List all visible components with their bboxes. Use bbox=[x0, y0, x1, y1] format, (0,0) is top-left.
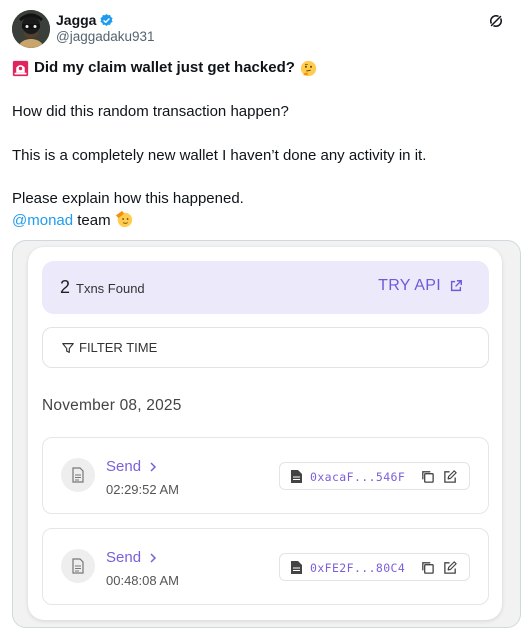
transaction-time: 02:29:52 AM bbox=[106, 482, 179, 497]
grok-icon[interactable] bbox=[487, 12, 505, 30]
txns-found-count: 2 Txns Found bbox=[60, 277, 145, 298]
saluting-face-emoji-icon bbox=[115, 210, 132, 228]
document-icon-circle bbox=[61, 549, 95, 583]
date-heading: November 08, 2025 bbox=[42, 397, 182, 414]
chevron-right-icon bbox=[150, 461, 157, 472]
thinking-face-emoji-icon bbox=[300, 60, 317, 76]
copy-icon[interactable] bbox=[420, 469, 435, 484]
transaction-time: 00:48:08 AM bbox=[106, 573, 179, 588]
transaction-hash[interactable]: 0xacaF...546F bbox=[310, 470, 405, 484]
filter-time-button[interactable]: FILTER TIME bbox=[42, 327, 489, 368]
transaction-type: Send bbox=[106, 458, 142, 475]
try-api-label: TRY API bbox=[378, 277, 441, 294]
mention-suffix: team bbox=[73, 212, 111, 229]
document-icon bbox=[72, 558, 84, 574]
file-icon bbox=[291, 561, 302, 574]
siren-emoji-icon bbox=[12, 60, 29, 76]
transaction-hash[interactable]: 0xFE2F...80C4 bbox=[310, 561, 405, 575]
transaction-type-link[interactable]: Send bbox=[106, 549, 157, 566]
txns-found-label: Txns Found bbox=[76, 281, 145, 296]
document-icon-circle bbox=[61, 458, 95, 492]
transactions-card: 2 Txns Found TRY API FILTER TIME Novembe… bbox=[28, 247, 502, 620]
filter-inner: FILTER TIME bbox=[61, 340, 157, 355]
display-name[interactable]: Jagga bbox=[56, 12, 114, 28]
handle[interactable]: @jaggadaku931 bbox=[56, 29, 155, 44]
transaction-row[interactable]: Send 00:48:08 AM 0xFE2F...80C4 bbox=[42, 528, 489, 605]
chevron-right-icon bbox=[150, 552, 157, 563]
mention-link[interactable]: @monad bbox=[12, 212, 73, 229]
post-title: Did my claim wallet just get hacked? bbox=[34, 59, 295, 76]
transaction-row[interactable]: Send 02:29:52 AM 0xacaF...546F bbox=[42, 437, 489, 514]
txns-found-bar: 2 Txns Found TRY API bbox=[42, 261, 489, 314]
edit-icon[interactable] bbox=[443, 469, 458, 484]
post-line-3: Please explain how this happened. bbox=[12, 190, 244, 207]
transaction-type: Send bbox=[106, 549, 142, 566]
external-link-icon bbox=[450, 280, 462, 292]
masked-man-avatar-icon bbox=[12, 10, 50, 48]
post-title-line: Did my claim wallet just get hacked? bbox=[12, 58, 317, 78]
try-api-button[interactable]: TRY API bbox=[378, 277, 463, 295]
filter-time-label: FILTER TIME bbox=[79, 340, 158, 355]
copy-icon[interactable] bbox=[420, 560, 435, 575]
transaction-hash-pill: 0xacaF...546F bbox=[279, 462, 470, 490]
filter-icon bbox=[62, 342, 74, 353]
post-line-2: This is a completely new wallet I haven’… bbox=[12, 147, 427, 164]
media-attachment[interactable]: 2 Txns Found TRY API FILTER TIME Novembe… bbox=[12, 240, 521, 628]
avatar[interactable] bbox=[12, 10, 50, 48]
edit-icon[interactable] bbox=[443, 560, 458, 575]
txn-count: 2 bbox=[60, 277, 71, 297]
post-header: Jagga @jaggadaku931 bbox=[12, 8, 519, 48]
transaction-hash-pill: 0xFE2F...80C4 bbox=[279, 553, 470, 581]
post-line-1: How did this random transaction happen? bbox=[12, 103, 289, 120]
post-line-4: @monad team bbox=[12, 210, 133, 231]
verified-badge-icon bbox=[100, 13, 114, 26]
display-name-text: Jagga bbox=[56, 12, 97, 28]
document-icon bbox=[72, 467, 84, 483]
file-icon bbox=[291, 470, 302, 483]
transaction-type-link[interactable]: Send bbox=[106, 458, 157, 475]
